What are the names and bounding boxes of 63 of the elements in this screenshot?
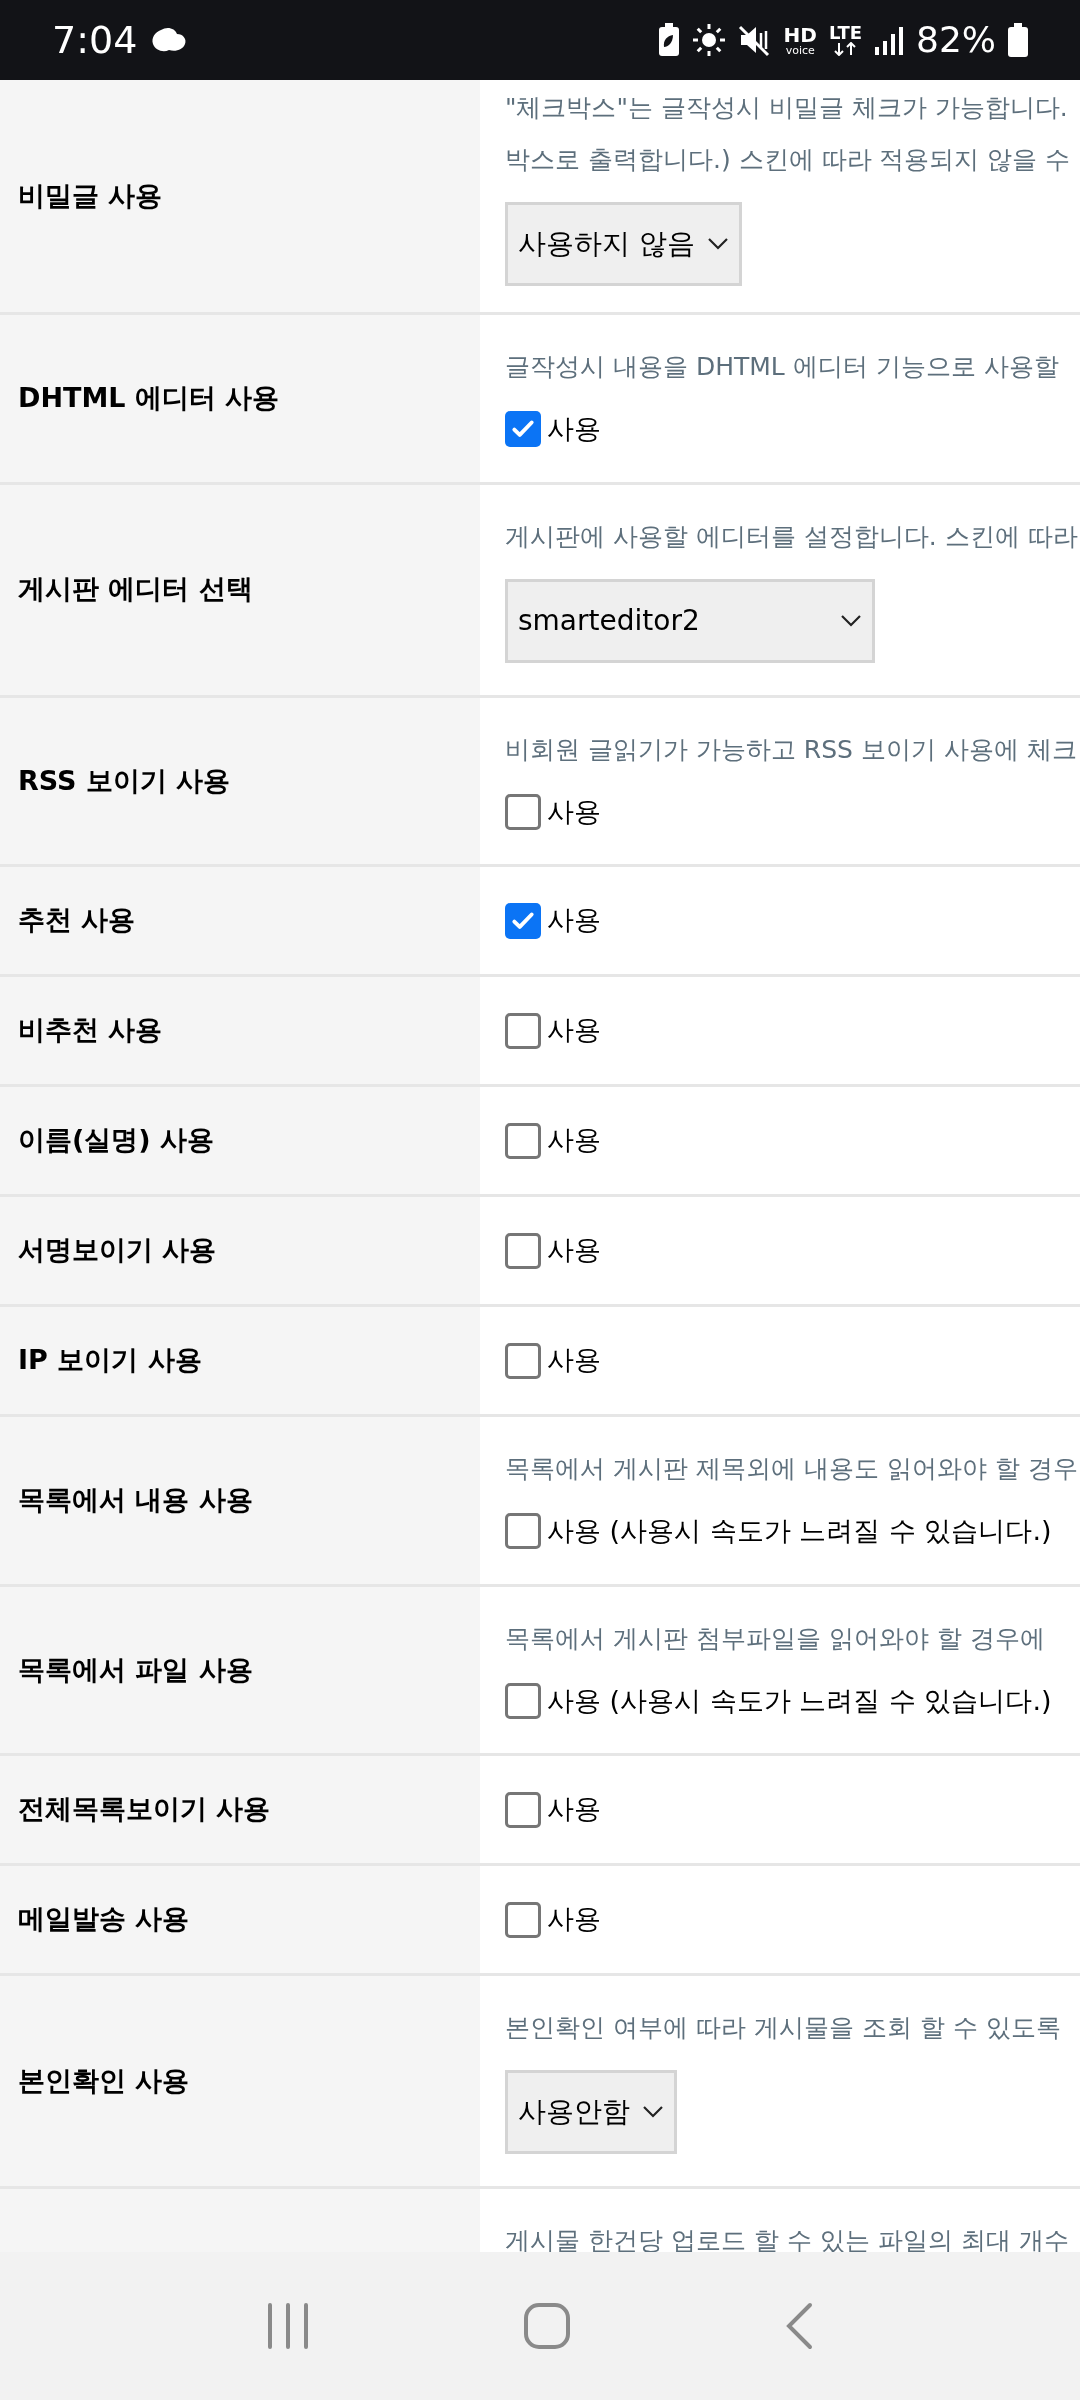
setting-label: 게시판 에디터 선택 [18,572,253,607]
checkbox-label: 사용 [547,903,601,938]
hd-voice-label: HD [783,24,817,45]
setting-label: 목록에서 파일 사용 [18,1652,253,1687]
brightness-icon [691,23,726,57]
checkbox[interactable] [505,1901,541,1938]
chevron-down-icon [840,613,862,628]
setting-label: 전체목록보이기 사용 [18,1792,271,1827]
setting-description: 박스로 출력합니다.) 스킨에 따라 적용되지 않을 수 [505,144,1072,176]
battery-saver-icon [657,23,680,57]
recent-apps-icon[interactable] [266,2303,311,2349]
chevron-down-icon [642,2105,664,2119]
home-icon[interactable] [523,2302,571,2350]
checkbox-label: 사용 [547,1343,601,1378]
signal-icon [874,25,904,55]
setting-label: 추천 사용 [18,903,136,938]
setting-label: DHTML 에디터 사용 [18,381,280,415]
setting-description: 게시판에 사용할 에디터를 설정합니다. 스킨에 따라 [505,520,1079,553]
setting-label: 비밀글 사용 [18,178,163,213]
checkbox[interactable] [505,1791,541,1828]
checkbox-label: 사용 [547,1902,601,1937]
checkbox-label: 사용 (사용시 속도가 느려질 수 있습니다.) [547,1683,1052,1718]
setting-description: 목록에서 게시판 첨부파일을 읽어와야 할 경우에 [505,1622,1046,1655]
setting-label: IP 보이기 사용 [18,1343,202,1378]
checkbox[interactable] [505,793,541,830]
checkbox[interactable] [505,902,541,939]
voice-label: voice [785,44,815,56]
setting-description: 목록에서 게시판 제목외에 내용도 읽어와야 할 경우 [505,1453,1079,1485]
checkbox[interactable] [505,1682,541,1719]
checkbox[interactable] [505,1012,541,1049]
checkbox[interactable] [505,411,541,448]
setting-label: 비추천 사용 [18,1013,163,1048]
battery-percent: 82% [916,18,996,62]
checkbox-label: 사용 [547,1233,601,1268]
setting-description: "체크박스"는 글작성시 비밀글 체크가 가능합니다. [505,92,1069,124]
checkbox[interactable] [505,1122,541,1159]
checkbox[interactable] [505,1513,541,1550]
setting-description: 비회원 글읽기가 가능하고 RSS 보이기 사용에 체크 [505,733,1078,766]
status-time: 7:04 [52,16,138,64]
setting-label: 메일발송 사용 [18,1902,190,1937]
select-dropdown[interactable]: 사용하지 않음 [505,202,742,286]
checkbox[interactable] [505,1232,541,1269]
chevron-down-icon [706,237,729,251]
checkbox-label: 사용 [547,794,601,829]
setting-description: 글작성시 내용을 DHTML 에디터 기능으로 사용할 [505,351,1060,383]
select-dropdown[interactable]: 사용안함 [505,2070,677,2154]
checkbox-label: 사용 (사용시 속도가 느려질 수 있습니다.) [547,1514,1052,1548]
mute-vibrate-icon [737,23,772,57]
setting-description: 게시물 한건당 업로드 할 수 있는 파일의 최대 개수 [505,2225,1070,2252]
lte-label: LTE [828,24,862,42]
checkbox-label: 사용 [547,1792,601,1827]
select-dropdown[interactable]: smarteditor2 [505,578,875,663]
setting-description: 본인확인 여부에 따라 게시물을 조회 할 수 있도록 [505,2012,1062,2044]
checkbox-label: 사용 [547,1123,601,1158]
setting-label: 서명보이기 사용 [18,1233,217,1268]
checkbox-label: 사용 [547,412,601,446]
battery-icon [1008,23,1028,57]
setting-label: 목록에서 내용 사용 [18,1483,253,1517]
checkbox-label: 사용 [547,1013,601,1048]
checkbox[interactable] [505,1342,541,1379]
setting-label: 이름(실명) 사용 [18,1123,215,1158]
setting-label: 본인확인 사용 [18,2063,190,2098]
setting-label: RSS 보이기 사용 [18,763,231,798]
